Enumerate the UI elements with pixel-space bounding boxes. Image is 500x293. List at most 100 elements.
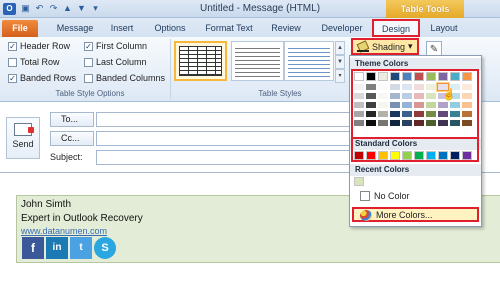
- theme-color-tint[interactable]: [390, 84, 400, 90]
- tab-insert[interactable]: Insert: [102, 20, 142, 37]
- theme-color-tint[interactable]: [390, 93, 400, 99]
- theme-color-tint[interactable]: [402, 84, 412, 90]
- theme-color-tint[interactable]: [366, 84, 376, 90]
- tab-design[interactable]: Design: [372, 19, 420, 37]
- header-row-checkbox[interactable]: ✓ Header Row: [8, 41, 70, 51]
- tab-developer[interactable]: Developer: [312, 20, 372, 37]
- theme-color-tint[interactable]: [450, 111, 460, 117]
- standard-color-swatch[interactable]: [390, 151, 400, 160]
- tab-layout[interactable]: Layout: [424, 20, 464, 37]
- up-arrow-icon[interactable]: ▲: [62, 3, 73, 14]
- theme-color-tint[interactable]: [402, 111, 412, 117]
- standard-color-swatch[interactable]: [366, 151, 376, 160]
- banded-rows-checkbox[interactable]: ✓ Banded Rows: [8, 73, 76, 83]
- tab-options[interactable]: Options: [146, 20, 194, 37]
- more-colors-item[interactable]: More Colors...: [352, 207, 479, 222]
- theme-color-tint[interactable]: [414, 111, 424, 117]
- theme-color-tint[interactable]: [354, 84, 364, 90]
- twitter-icon[interactable]: t: [70, 237, 92, 259]
- theme-color-tint[interactable]: [426, 120, 436, 126]
- theme-color-tint[interactable]: [402, 93, 412, 99]
- save-icon[interactable]: ▣: [20, 3, 31, 14]
- subject-field[interactable]: [96, 150, 356, 165]
- theme-color-tint[interactable]: [450, 102, 460, 108]
- theme-color-tint[interactable]: [462, 111, 472, 117]
- theme-color-tint[interactable]: [426, 93, 436, 99]
- redo-icon[interactable]: ↷: [48, 3, 59, 14]
- theme-color-tint[interactable]: [390, 120, 400, 126]
- theme-color-tint[interactable]: [354, 93, 364, 99]
- table-style-plain[interactable]: [231, 41, 284, 81]
- tab-format-text[interactable]: Format Text: [198, 20, 260, 37]
- theme-color-tint[interactable]: [378, 93, 388, 99]
- skype-icon[interactable]: S: [94, 237, 116, 259]
- standard-color-swatch[interactable]: [426, 151, 436, 160]
- theme-color-tint[interactable]: [426, 102, 436, 108]
- theme-color-tint[interactable]: [438, 120, 448, 126]
- facebook-icon[interactable]: f: [22, 237, 44, 259]
- theme-color-swatch[interactable]: [402, 72, 412, 81]
- total-row-checkbox[interactable]: Total Row: [8, 57, 60, 67]
- no-color-item[interactable]: No Color: [352, 189, 479, 204]
- theme-color-swatch[interactable]: [426, 72, 436, 81]
- theme-color-tint[interactable]: [366, 102, 376, 108]
- outlook-app-icon[interactable]: O: [3, 3, 16, 15]
- theme-color-tint[interactable]: [390, 102, 400, 108]
- more-styles-icon[interactable]: ▾: [335, 69, 345, 83]
- theme-color-tint[interactable]: [438, 111, 448, 117]
- scroll-down-icon[interactable]: ▼: [335, 55, 345, 69]
- shading-button[interactable]: Shading ▾: [351, 38, 419, 55]
- theme-color-tint[interactable]: [378, 120, 388, 126]
- signature-link[interactable]: www.datanumen.com: [21, 226, 107, 236]
- table-style-grid[interactable]: [174, 41, 227, 81]
- table-styles-scroll[interactable]: ▲ ▼ ▾: [335, 41, 345, 83]
- theme-color-tint[interactable]: [462, 84, 472, 90]
- theme-color-tint[interactable]: [354, 120, 364, 126]
- theme-color-tint[interactable]: [378, 84, 388, 90]
- theme-color-tint[interactable]: [414, 120, 424, 126]
- linkedin-icon[interactable]: in: [46, 237, 68, 259]
- theme-color-tint[interactable]: [366, 93, 376, 99]
- theme-color-tint[interactable]: [462, 93, 472, 99]
- send-button[interactable]: Send: [6, 117, 40, 159]
- theme-color-tint[interactable]: [426, 84, 436, 90]
- cc-button[interactable]: Cc...: [50, 131, 94, 146]
- tab-message[interactable]: Message: [52, 20, 98, 37]
- to-button[interactable]: To...: [50, 112, 94, 127]
- theme-color-tint[interactable]: [378, 111, 388, 117]
- theme-color-tint[interactable]: [402, 120, 412, 126]
- undo-icon[interactable]: ↶: [34, 3, 45, 14]
- down-arrow-icon[interactable]: ▼: [76, 3, 87, 14]
- theme-color-tint[interactable]: [354, 111, 364, 117]
- theme-color-tint[interactable]: [426, 111, 436, 117]
- theme-color-tint[interactable]: [354, 102, 364, 108]
- standard-color-swatch[interactable]: [414, 151, 424, 160]
- scroll-up-icon[interactable]: ▲: [335, 41, 345, 55]
- theme-color-tint[interactable]: [414, 102, 424, 108]
- theme-color-tint[interactable]: [402, 102, 412, 108]
- standard-color-swatch[interactable]: [354, 151, 364, 160]
- recent-color-swatch[interactable]: [354, 177, 364, 186]
- cc-field[interactable]: [96, 131, 356, 146]
- theme-color-tint[interactable]: [450, 120, 460, 126]
- theme-color-swatch[interactable]: [438, 72, 448, 81]
- theme-color-tint[interactable]: [390, 111, 400, 117]
- standard-color-swatch[interactable]: [378, 151, 388, 160]
- theme-color-tint[interactable]: [414, 93, 424, 99]
- first-column-checkbox[interactable]: ✓ First Column: [84, 41, 147, 51]
- standard-color-swatch[interactable]: [402, 151, 412, 160]
- theme-color-tint[interactable]: [438, 102, 448, 108]
- theme-color-swatch[interactable]: [414, 72, 424, 81]
- theme-color-tint[interactable]: [366, 111, 376, 117]
- table-style-blue[interactable]: [284, 41, 334, 81]
- tab-review[interactable]: Review: [264, 20, 308, 37]
- tab-file[interactable]: File: [2, 20, 38, 37]
- theme-color-tint[interactable]: [462, 120, 472, 126]
- standard-color-swatch[interactable]: [438, 151, 448, 160]
- theme-color-swatch[interactable]: [354, 72, 364, 81]
- theme-color-tint[interactable]: [378, 102, 388, 108]
- theme-color-swatch[interactable]: [378, 72, 388, 81]
- standard-color-swatch[interactable]: [462, 151, 472, 160]
- banded-columns-checkbox[interactable]: Banded Columns: [84, 73, 165, 83]
- to-field[interactable]: [96, 112, 356, 127]
